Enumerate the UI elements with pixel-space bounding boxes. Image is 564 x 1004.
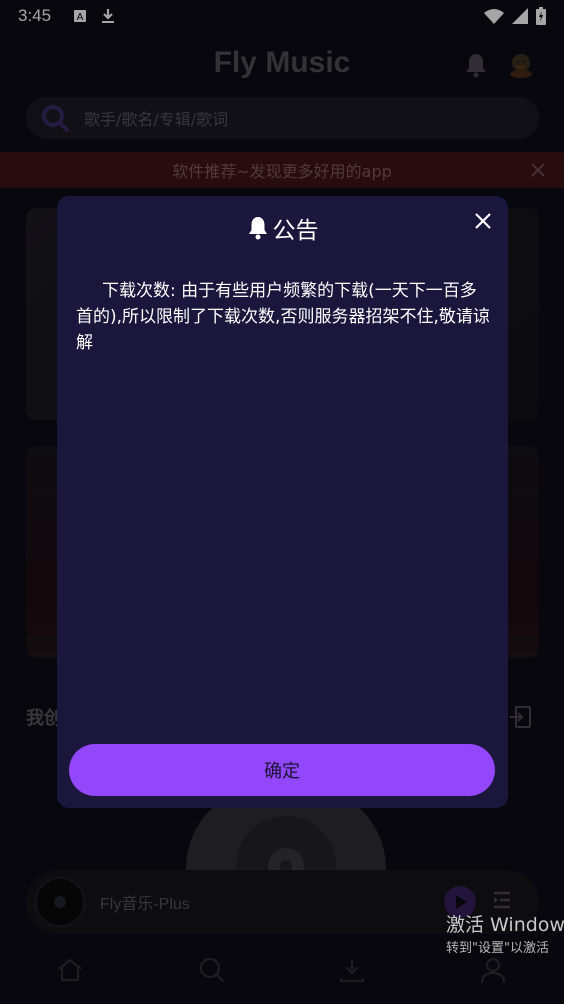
- confirm-button[interactable]: 确定: [69, 744, 495, 796]
- dialog-message: 下载次数: 由于有些用户频繁的下载(一天下一百多首的),所以限制了下载次数,否则…: [76, 281, 490, 353]
- announcement-dialog: 公告 下载次数: 由于有些用户频繁的下载(一天下一百多首的),所以限制了下载次数…: [57, 196, 508, 808]
- dialog-title: 公告: [272, 218, 319, 244]
- bell-icon: [248, 217, 267, 240]
- activation-watermark-title: 激活 Window: [446, 914, 564, 936]
- activation-watermark-hint: 转到"设置"以激活: [446, 941, 549, 956]
- dialog-header: 公告: [57, 208, 508, 248]
- close-icon[interactable]: [474, 212, 492, 230]
